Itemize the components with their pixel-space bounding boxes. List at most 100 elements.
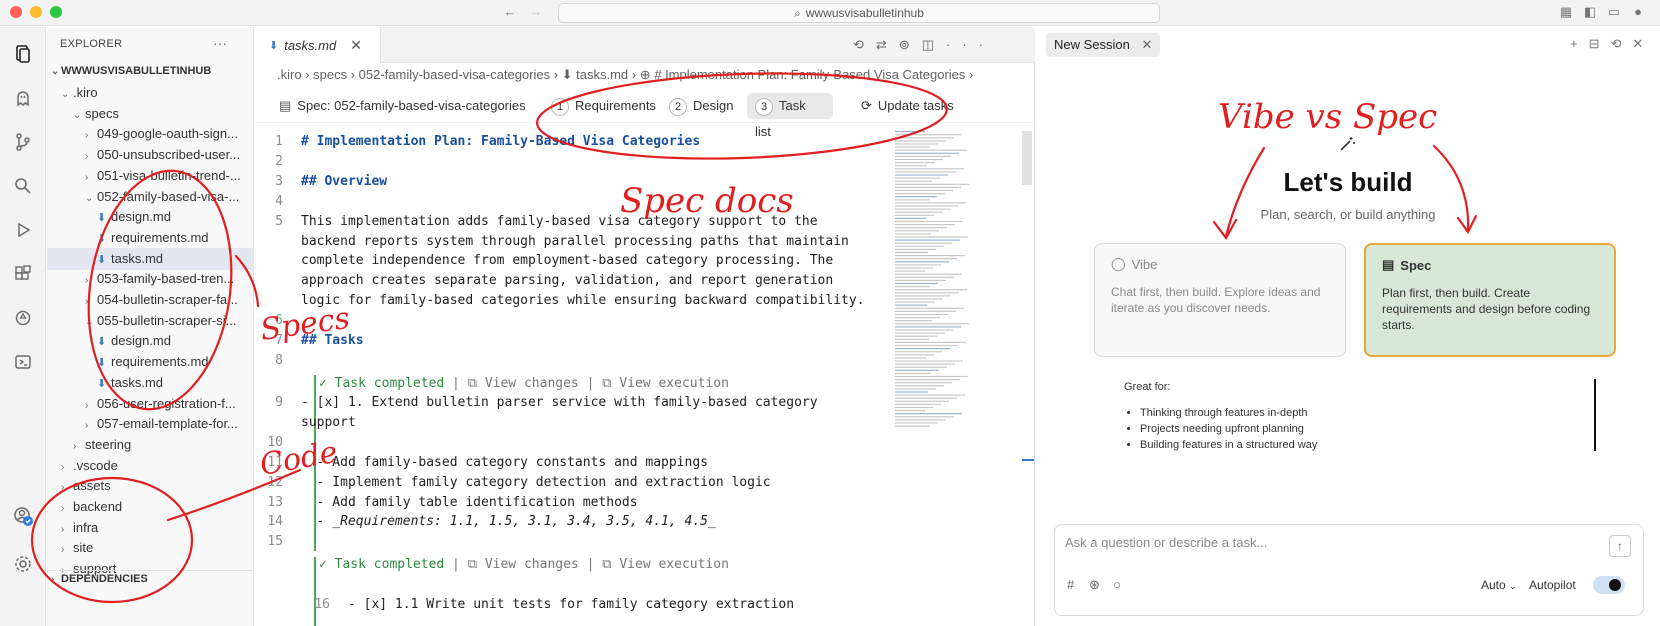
code-line[interactable]: logic for family-based categories while … (255, 291, 955, 311)
folder-item[interactable]: › assets (47, 475, 254, 497)
code-line[interactable]: 13 - Add family table identification met… (255, 493, 955, 513)
view-execution-link[interactable]: ⧉ View execution (602, 376, 729, 391)
folder-item[interactable]: › 056-user-registration-f... (47, 393, 254, 415)
step-design[interactable]: 2 Design (669, 93, 733, 119)
code-line[interactable]: 14 - _Requirements: 1.1, 1.5, 3.1, 3.4, … (255, 512, 955, 532)
split-editor-icon[interactable]: ◫ (922, 37, 946, 52)
code-line[interactable]: 11 - Add family-based category constants… (255, 453, 955, 473)
send-button[interactable]: ↑ (1609, 535, 1631, 557)
code-line[interactable]: 10 (255, 433, 955, 453)
breadcrumb[interactable]: .kiro › specs › 052-family-based-visa-ca… (255, 64, 1035, 86)
file-item[interactable]: ⬇ requirements.md (47, 351, 254, 373)
view-changes-link[interactable]: ⧉ View changes (468, 376, 579, 391)
search-icon[interactable] (10, 173, 36, 199)
autopilot-toggle[interactable] (1593, 576, 1625, 594)
step-requirements[interactable]: 1 Requirements (551, 93, 656, 119)
file-item[interactable]: ⬇ tasks.md (47, 247, 254, 270)
remote-explorer-icon[interactable] (10, 349, 36, 375)
folder-item[interactable]: › .vscode (47, 455, 254, 477)
context-hash-icon[interactable]: # (1067, 577, 1074, 592)
code-line[interactable]: backend reports system through parallel … (255, 232, 955, 252)
chat-input-box[interactable]: Ask a question or describe a task... ↑ #… (1054, 524, 1644, 616)
code-line[interactable]: complete independence from employment-ba… (255, 251, 955, 271)
compare-icon[interactable]: ⇄ (876, 37, 899, 52)
chat-bubble-icon[interactable]: ● (1630, 4, 1646, 20)
close-session-icon[interactable]: ✕ (1142, 37, 1153, 52)
explorer-icon[interactable] (10, 41, 36, 67)
scrollbar-thumb[interactable] (1022, 131, 1032, 185)
view-execution-link[interactable]: ⧉ View execution (602, 557, 729, 572)
folder-item[interactable]: › 057-email-template-for... (47, 413, 254, 435)
code-line[interactable]: 15 (255, 532, 955, 552)
code-line[interactable]: 5 This implementation adds family-based v… (255, 212, 955, 232)
command-search[interactable]: ⌕ wwwusvisabulletinhub (558, 3, 1160, 23)
folder-item[interactable]: › infra (47, 517, 254, 539)
view-changes-link[interactable]: ⧉ View changes (468, 557, 579, 572)
model-select[interactable]: Auto ⌄ (1481, 578, 1517, 592)
code-line[interactable]: 3 ## Overview (255, 172, 955, 192)
file-item[interactable]: ⬇ requirements.md (47, 227, 254, 249)
extensions-icon[interactable] (10, 261, 36, 287)
back-arrow-icon[interactable]: ← (502, 4, 518, 20)
spec-mode-card[interactable]: ▤ Spec Plan first, then build. Create req… (1364, 243, 1616, 357)
run-debug-icon[interactable] (10, 217, 36, 243)
folder-item[interactable]: › site (47, 537, 254, 559)
close-panel-icon[interactable]: ✕ (1632, 36, 1654, 51)
more-icon[interactable]: ··· (946, 37, 995, 52)
code-line[interactable]: 2 (255, 152, 955, 172)
folder-item[interactable]: › 051-visa-bulletin-trend-... (47, 165, 254, 187)
file-item[interactable]: ⬇ tasks.md (47, 372, 254, 394)
dependencies-section[interactable]: › DEPENDENCIES (47, 568, 254, 590)
session-list-icon[interactable]: ⊟ (1589, 36, 1611, 51)
folder-item[interactable]: ⌄ 052-family-based-visa-... (47, 186, 254, 208)
code-line[interactable]: 9 - [x] 1. Extend bulletin parser service… (255, 393, 955, 413)
code-line[interactable]: 12 - Implement family category detection… (255, 473, 955, 493)
vibe-mode-card[interactable]: ◯ Vibe Chat first, then build. Explore id… (1094, 243, 1346, 357)
code-line[interactable]: 6 (255, 311, 955, 331)
folder-item[interactable]: › 050-unsubscribed-user... (47, 144, 254, 166)
tab-tasks-md[interactable]: ⬇ tasks.md ✕ (255, 27, 381, 63)
file-item[interactable]: ⬇ design.md (47, 206, 254, 228)
open-preview-icon[interactable]: ⊚ (899, 37, 922, 52)
folder-item[interactable]: › 049-google-oauth-sign... (47, 123, 254, 145)
folder-item[interactable]: ⌄ .kiro (47, 82, 254, 104)
folder-item[interactable]: › steering (47, 434, 254, 456)
account-icon[interactable] (10, 503, 36, 529)
code-line[interactable]: 8 (255, 351, 955, 371)
more-actions-icon[interactable]: ··· (213, 35, 227, 51)
code-line[interactable]: 7 ## Tasks (255, 331, 955, 351)
close-tab-icon[interactable]: ✕ (350, 37, 362, 54)
folder-item[interactable]: › 053-family-based-tren... (47, 268, 254, 290)
workspace-root[interactable]: ⌄ WWWUSVISABULLETINHUB (47, 60, 254, 82)
folder-item[interactable]: ⌄ 055-bulletin-scraper-si... (47, 310, 254, 332)
aws-icon[interactable] (10, 305, 36, 331)
session-tab[interactable]: New Session ✕ (1046, 33, 1161, 57)
folder-item[interactable]: › 054-bulletin-scraper-fa... (47, 289, 254, 311)
code-line[interactable]: support (255, 413, 955, 433)
toggle-sidebar-icon[interactable]: ◧ (1582, 4, 1598, 20)
minimize-window-button[interactable] (30, 6, 42, 18)
forward-arrow-icon[interactable]: → (528, 4, 544, 20)
step-task-list[interactable]: 3 Task list (747, 93, 833, 139)
settings-gear-icon[interactable] (10, 551, 36, 577)
update-tasks-button[interactable]: ⟳ Update tasks (861, 93, 954, 119)
code-line[interactable]: 4 (255, 192, 955, 212)
close-window-button[interactable] (10, 6, 22, 18)
toggle-panel-icon[interactable]: ▭ (1606, 4, 1622, 20)
code-line[interactable]: 1 # Implementation Plan: Family-Based Vis… (255, 132, 955, 152)
maximize-window-button[interactable] (50, 6, 62, 18)
folder-item[interactable]: › backend (47, 496, 254, 518)
kiro-ghost-icon[interactable] (10, 85, 36, 111)
circle-icon[interactable]: ○ (1113, 577, 1121, 592)
new-session-icon[interactable]: + (1570, 36, 1589, 51)
minimap[interactable] (895, 131, 977, 431)
folder-item[interactable]: ⌄ specs (47, 103, 254, 125)
file-item[interactable]: ⬇ design.md (47, 330, 254, 352)
code-line[interactable]: 16- [x] 1.1 Write unit tests for family … (255, 575, 955, 612)
image-attach-icon[interactable]: ⊛ (1089, 577, 1100, 593)
history-icon[interactable]: ⟲ (853, 37, 876, 52)
code-line[interactable]: approach creates separate parsing, valid… (255, 271, 955, 291)
layout-icon[interactable]: ▦ (1558, 4, 1574, 20)
source-control-icon[interactable] (10, 129, 36, 155)
history-icon[interactable]: ⟲ (1611, 36, 1633, 51)
